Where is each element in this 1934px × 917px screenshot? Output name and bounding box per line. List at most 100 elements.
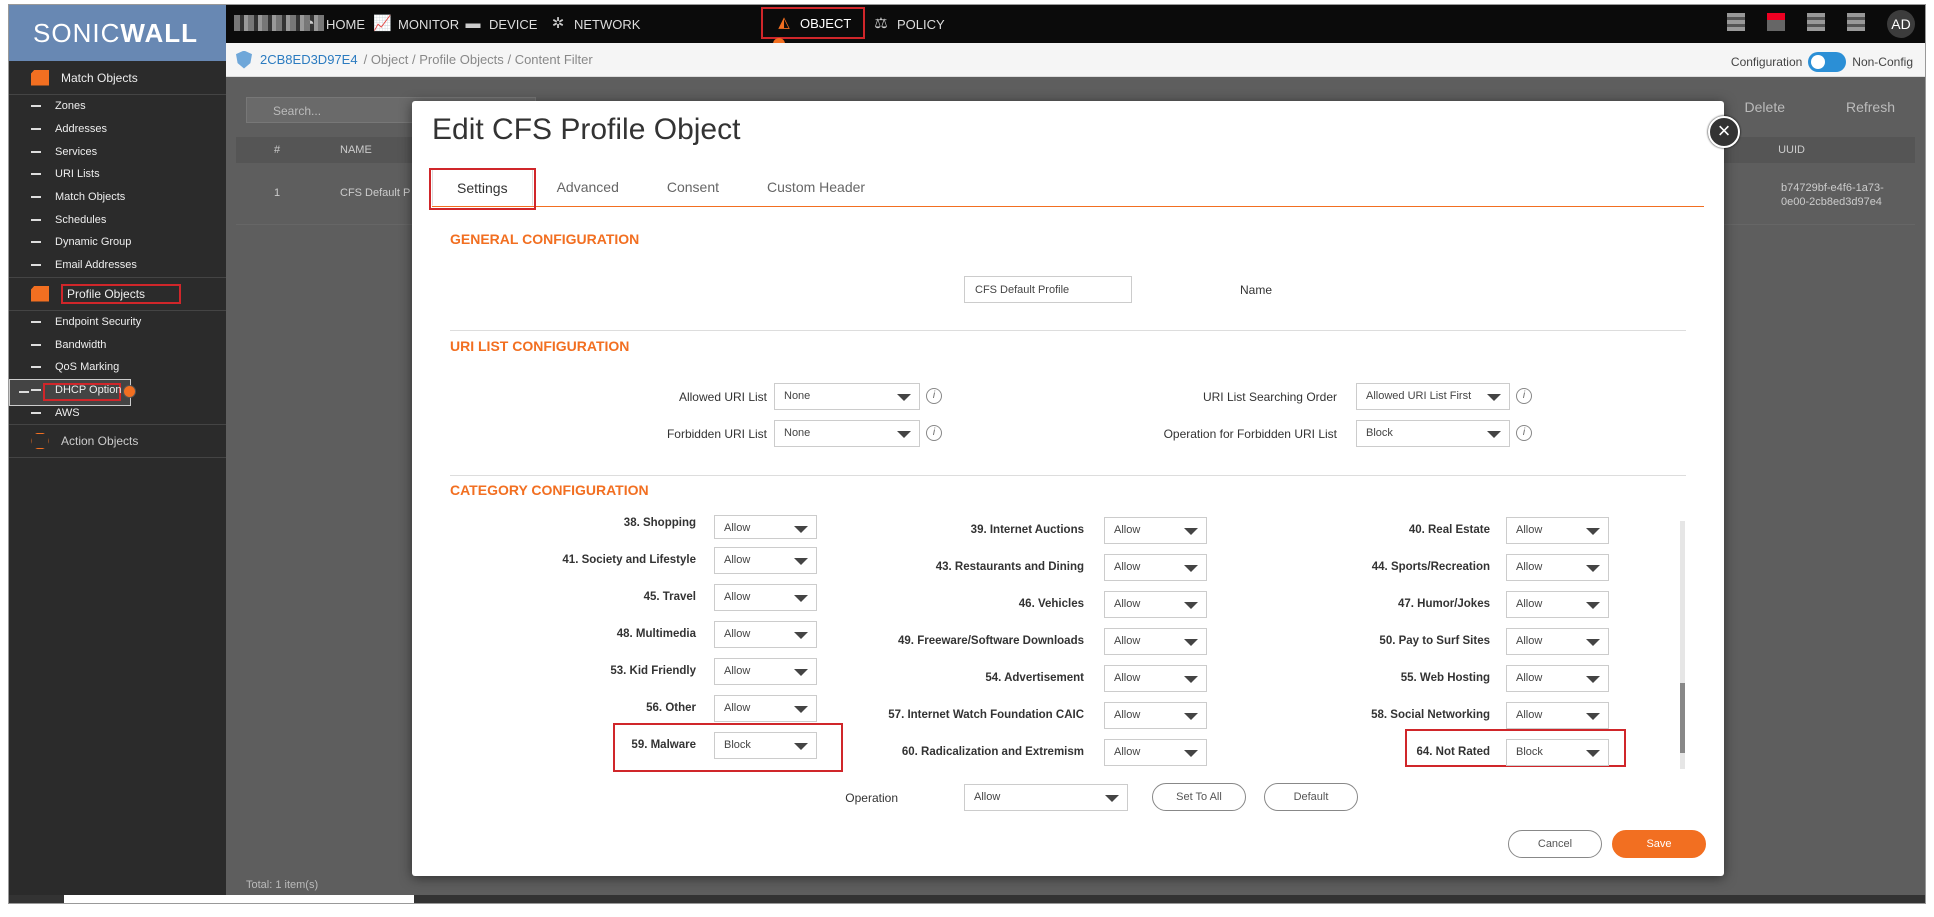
sidebar-item-aws[interactable]: AWS bbox=[9, 401, 226, 424]
category-select-59[interactable]: Block bbox=[714, 732, 817, 759]
category-select-46[interactable]: Allow bbox=[1104, 591, 1207, 618]
nav-home[interactable]: ◔ HOME bbox=[301, 5, 365, 43]
category-label: 38. Shopping bbox=[623, 517, 696, 529]
close-icon[interactable]: × bbox=[1708, 116, 1740, 148]
sidebar-item-endpoint-security[interactable]: Endpoint Security bbox=[9, 311, 226, 334]
category-select-47[interactable]: Allow bbox=[1506, 591, 1609, 618]
background-delete-button: Delete bbox=[1744, 99, 1785, 115]
category-select-45[interactable]: Allow bbox=[714, 584, 817, 611]
mode-switch[interactable] bbox=[1808, 52, 1847, 72]
operation-forbidden-uri-label: Operation for Forbidden URI List bbox=[1163, 427, 1337, 441]
set-to-all-button[interactable]: Set To All bbox=[1152, 783, 1246, 811]
default-button[interactable]: Default bbox=[1264, 783, 1358, 811]
category-select-58[interactable]: Allow bbox=[1506, 702, 1609, 729]
sidebar-item-dynamic-group[interactable]: Dynamic Group bbox=[9, 231, 226, 254]
category-select-43[interactable]: Allow bbox=[1104, 554, 1207, 581]
sidebar-item-zones[interactable]: Zones bbox=[9, 95, 226, 118]
category-label: 59. Malware bbox=[631, 739, 696, 751]
object-icon: ◭ bbox=[778, 14, 790, 31]
breadcrumb-sep: / bbox=[412, 52, 416, 67]
sidebar-item-uri-lists[interactable]: URI Lists bbox=[9, 163, 226, 186]
category-select-64[interactable]: Block bbox=[1506, 739, 1609, 766]
uri-searching-order-select[interactable]: Allowed URI List First bbox=[1356, 383, 1510, 410]
category-select-49[interactable]: Allow bbox=[1104, 628, 1207, 655]
category-select-50[interactable]: Allow bbox=[1506, 628, 1609, 655]
sidebar-item-qos-marking[interactable]: QoS Marking bbox=[9, 356, 226, 379]
category-label: 54. Advertisement bbox=[985, 672, 1084, 684]
device-serial-link[interactable]: 2CB8ED3D97E4 bbox=[260, 52, 358, 67]
nav-monitor[interactable]: 📈 MONITOR bbox=[373, 5, 459, 43]
settings-icon[interactable] bbox=[1807, 13, 1825, 31]
sidebar-item-services[interactable]: Services bbox=[9, 140, 226, 163]
category-select-41[interactable]: Allow bbox=[714, 547, 817, 574]
category-select-56[interactable]: Allow bbox=[714, 695, 817, 722]
category-label: 48. Multimedia bbox=[616, 628, 696, 640]
category-select-57[interactable]: Allow bbox=[1104, 702, 1207, 729]
category-label: 47. Humor/Jokes bbox=[1397, 598, 1490, 610]
category-select-53[interactable]: Allow bbox=[714, 658, 817, 685]
operation-forbidden-uri-select[interactable]: Block bbox=[1356, 420, 1510, 447]
divider bbox=[450, 330, 1686, 331]
scrollbar-thumb[interactable] bbox=[1680, 683, 1685, 753]
category-select-54[interactable]: Allow bbox=[1104, 665, 1207, 692]
category-select-48[interactable]: Allow bbox=[714, 621, 817, 648]
info-icon[interactable]: i bbox=[926, 425, 942, 441]
uri-list-config-header: URI LIST CONFIGURATION bbox=[450, 338, 630, 354]
toolbar-icons bbox=[1727, 13, 1865, 31]
operation-select[interactable]: Allow bbox=[964, 784, 1128, 811]
breadcrumb-sep: / bbox=[507, 52, 512, 67]
tab-settings[interactable]: Settings bbox=[429, 168, 536, 210]
info-icon[interactable]: i bbox=[1516, 388, 1532, 404]
category-select-55[interactable]: Allow bbox=[1506, 665, 1609, 692]
nav-network[interactable]: ✲ NETWORK bbox=[549, 5, 641, 43]
nav-policy[interactable]: ⚖ POLICY bbox=[872, 5, 944, 43]
category-label: 49. Freeware/Software Downloads bbox=[898, 635, 1084, 647]
alerts-icon[interactable] bbox=[1767, 13, 1785, 31]
category-select-44[interactable]: Allow bbox=[1506, 554, 1609, 581]
breadcrumb-object[interactable]: Object bbox=[371, 52, 409, 67]
shield-icon bbox=[236, 50, 252, 69]
category-label: 50. Pay to Surf Sites bbox=[1379, 635, 1490, 647]
forbidden-uri-list-select[interactable]: None bbox=[774, 420, 920, 447]
save-button[interactable]: Save bbox=[1612, 830, 1706, 858]
tab-advanced[interactable]: Advanced bbox=[533, 169, 643, 206]
policy-icon: ⚖ bbox=[874, 15, 888, 32]
nav-device[interactable]: ▬ DEVICE bbox=[464, 5, 538, 43]
category-label: 56. Other bbox=[646, 702, 696, 714]
chevron-down-icon bbox=[897, 431, 911, 438]
sidebar-section-profile-objects[interactable]: Profile Objects bbox=[9, 276, 226, 311]
name-field[interactable] bbox=[964, 276, 1132, 303]
sidebar-item-bandwidth[interactable]: Bandwidth bbox=[9, 333, 226, 356]
sidebar-item-dhcp-option[interactable]: DHCP Option bbox=[9, 379, 226, 402]
help-icon[interactable] bbox=[1847, 13, 1865, 31]
category-label: 45. Travel bbox=[643, 591, 696, 603]
tab-consent[interactable]: Consent bbox=[643, 169, 743, 206]
breadcrumb-profile-objects[interactable]: Profile Objects bbox=[419, 52, 504, 67]
sidebar-item-schedules[interactable]: Schedules bbox=[9, 208, 226, 231]
category-label: 55. Web Hosting bbox=[1400, 672, 1490, 684]
notifications-icon[interactable] bbox=[1727, 13, 1745, 31]
device-icon: ▬ bbox=[465, 15, 481, 32]
category-select-38[interactable]: Allow bbox=[714, 515, 817, 539]
category-select-39[interactable]: Allow bbox=[1104, 517, 1207, 544]
sidebar-section-action-objects[interactable]: Action Objects bbox=[9, 423, 226, 458]
operation-label: Operation bbox=[845, 791, 898, 805]
info-icon[interactable]: i bbox=[1516, 425, 1532, 441]
category-select-40[interactable]: Allow bbox=[1506, 517, 1609, 544]
sidebar-item-email-addresses[interactable]: Email Addresses bbox=[9, 254, 226, 277]
nav-object[interactable]: ◭ OBJECT bbox=[761, 7, 866, 39]
sidebar-section-match-objects[interactable]: Match Objects bbox=[9, 61, 226, 95]
sidebar-item-match-objects[interactable]: Match Objects bbox=[9, 186, 226, 209]
category-label: 40. Real Estate bbox=[1408, 524, 1490, 536]
category-label: 43. Restaurants and Dining bbox=[935, 561, 1084, 573]
chevron-down-icon bbox=[1105, 795, 1119, 802]
profile-objects-icon bbox=[31, 285, 49, 302]
user-avatar[interactable]: AD bbox=[1887, 10, 1915, 38]
category-select-60[interactable]: Allow bbox=[1104, 739, 1207, 766]
allowed-uri-list-select[interactable]: None bbox=[774, 383, 920, 410]
cancel-button[interactable]: Cancel bbox=[1508, 830, 1602, 858]
category-scrollbar[interactable] bbox=[1680, 521, 1685, 769]
tab-custom-header[interactable]: Custom Header bbox=[743, 169, 889, 206]
sidebar-item-addresses[interactable]: Addresses bbox=[9, 118, 226, 141]
info-icon[interactable]: i bbox=[926, 388, 942, 404]
